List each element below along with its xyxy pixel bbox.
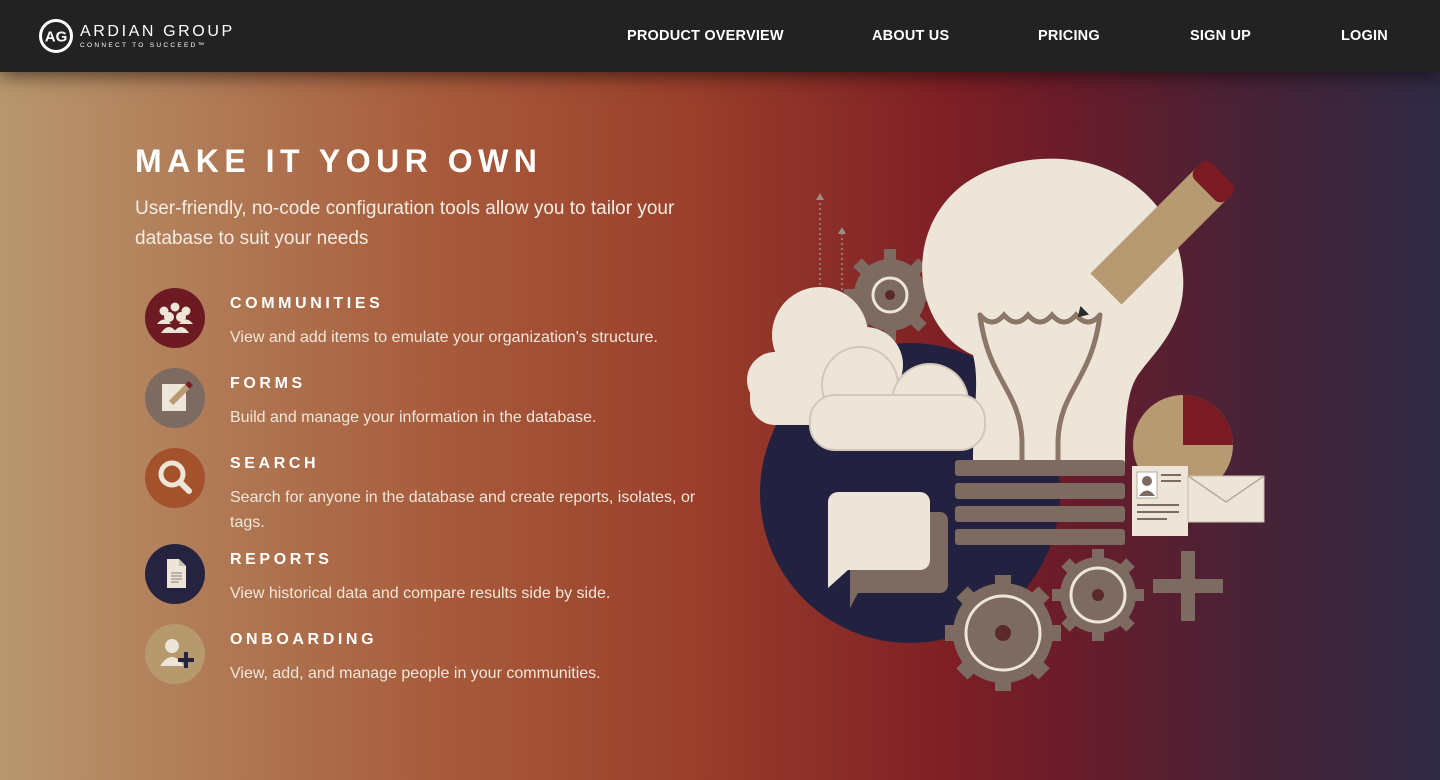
feature-title: REPORTS [230, 551, 333, 568]
brand-logo[interactable]: AG ARDIAN GROUP CONNECT TO SUCCEED™ [38, 16, 238, 56]
ag-logo-icon: AG [39, 19, 73, 53]
brand-name: ARDIAN GROUP [80, 23, 235, 40]
brand-tagline: CONNECT TO SUCCEED™ [80, 42, 207, 49]
nav-about-us[interactable]: ABOUT US [872, 28, 949, 44]
feature-title: SEARCH [230, 455, 320, 472]
plus-icon [1153, 551, 1223, 621]
form-pencil-icon [145, 368, 205, 428]
profile-card-icon [1132, 466, 1188, 536]
magnifier-icon [145, 448, 205, 508]
add-person-icon [145, 624, 205, 684]
people-group-icon [145, 288, 205, 348]
feature-title: COMMUNITIES [230, 295, 384, 312]
hero-title: MAKE IT YOUR OWN [135, 143, 543, 179]
feature-description: View and add items to emulate your organ… [230, 329, 658, 346]
feature-description: Search for anyone in the database and cr… [230, 489, 696, 531]
feature-description: View historical data and compare results… [230, 585, 611, 602]
nav-login[interactable]: LOGIN [1341, 28, 1388, 44]
top-navigation-bar: AG ARDIAN GROUP CONNECT TO SUCCEED™ PROD… [0, 0, 1440, 72]
document-icon [145, 544, 205, 604]
nav-pricing[interactable]: PRICING [1038, 28, 1100, 44]
hero-subtitle: User-friendly, no-code configuration too… [135, 198, 675, 249]
envelope-icon [1187, 475, 1265, 523]
large-gear-icon [945, 575, 1061, 691]
svg-text:AG: AG [45, 29, 68, 46]
lightbulb-illustration [747, 158, 1265, 691]
feature-description: View, add, and manage people in your com… [230, 665, 601, 682]
nav-product-overview[interactable]: PRODUCT OVERVIEW [627, 28, 784, 44]
nav-sign-up[interactable]: SIGN UP [1190, 28, 1251, 44]
feature-title: ONBOARDING [230, 631, 378, 648]
medium-gear-icon [1052, 549, 1144, 641]
feature-title: FORMS [230, 375, 306, 392]
feature-description: Build and manage your information in the… [230, 409, 597, 426]
